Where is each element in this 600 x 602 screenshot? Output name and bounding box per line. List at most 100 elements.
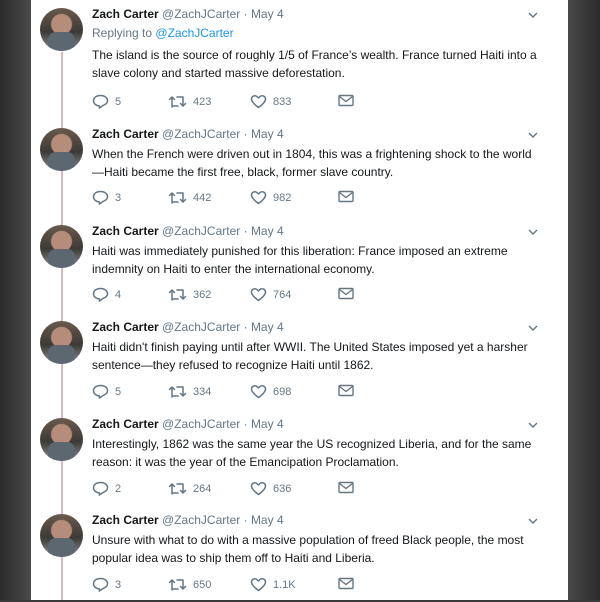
like-count: 1.1K [273,578,296,591]
direct-message-button[interactable] [338,384,354,397]
like-icon [250,482,267,496]
tweet-date[interactable]: May 4 [251,417,284,431]
avatar[interactable] [40,225,83,268]
separator-dot: · [243,7,248,21]
display-name[interactable]: Zach Carter [92,513,159,527]
tweet[interactable]: Zach Carter @ZachJCarter · May 4 Interes… [31,410,568,506]
like-button[interactable]: 833 [250,94,291,109]
tweet-text: Haiti didn't finish paying until after W… [92,340,528,372]
tweet[interactable]: Zach Carter @ZachJCarter · May 4 Replyin… [31,0,568,109]
avatar[interactable] [40,8,83,51]
reply-icon [92,287,109,302]
reply-button[interactable]: 3 [92,190,121,205]
chevron-down-icon[interactable] [527,419,539,431]
reply-button[interactable]: 3 [92,577,121,592]
tweet[interactable]: Zach Carter @ZachJCarter · May 4 When th… [31,120,568,216]
direct-message-button[interactable] [338,481,354,494]
tweet-text: Interestingly, 1862 was the same year th… [92,437,532,469]
direct-message-icon [338,577,354,590]
separator-dot: · [243,320,248,334]
reply-button[interactable]: 5 [92,94,121,109]
retweet-icon [168,386,187,398]
retweet-count: 442 [193,191,212,204]
retweet-count: 264 [193,482,212,495]
tweet[interactable]: Zach Carter @ZachJCarter · May 4 Unsure … [31,506,568,602]
reply-mention-link[interactable]: @ZachJCarter [155,26,233,40]
user-handle[interactable]: @ZachJCarter [162,7,240,21]
retweet-icon [168,192,187,204]
like-button[interactable]: 982 [250,190,291,205]
user-handle[interactable]: @ZachJCarter [162,224,240,238]
user-handle[interactable]: @ZachJCarter [162,513,240,527]
chevron-down-icon[interactable] [527,129,539,141]
tweet-date[interactable]: May 4 [251,513,284,527]
retweet-button[interactable]: 442 [168,190,211,205]
user-handle[interactable]: @ZachJCarter [162,417,240,431]
reply-count: 5 [115,385,122,398]
retweet-button[interactable]: 423 [168,94,211,109]
direct-message-button[interactable] [338,190,354,203]
retweet-button[interactable]: 334 [168,384,211,399]
retweet-count: 423 [193,95,212,108]
separator-dot: · [243,127,248,141]
like-count: 698 [273,385,292,398]
retweet-button[interactable]: 650 [168,577,211,592]
reply-count: 2 [115,482,122,495]
reply-button[interactable]: 2 [92,481,121,496]
retweet-button[interactable]: 264 [168,481,211,496]
avatar[interactable] [40,514,83,557]
avatar[interactable] [40,128,83,171]
direct-message-button[interactable] [338,94,354,107]
user-handle[interactable]: @ZachJCarter [162,320,240,334]
tweet-date[interactable]: May 4 [251,320,284,334]
chevron-down-icon[interactable] [527,515,539,527]
right-shadow-border [568,0,600,600]
tweet-date[interactable]: May 4 [251,127,284,141]
tweet-text: Haiti was immediately punished for this … [92,244,508,276]
direct-message-button[interactable] [338,577,354,590]
chevron-down-icon[interactable] [527,322,539,334]
chevron-down-icon[interactable] [527,9,539,21]
like-count: 982 [273,191,292,204]
reply-button[interactable]: 5 [92,384,121,399]
retweet-icon [168,96,187,108]
like-button[interactable]: 636 [250,481,291,496]
tweet-date[interactable]: May 4 [251,7,284,21]
reply-count: 3 [115,578,122,591]
tweet-text: When the French were driven out in 1804,… [92,147,532,179]
direct-message-icon [338,384,354,397]
retweet-button[interactable]: 362 [168,287,211,302]
direct-message-button[interactable] [338,287,354,300]
display-name[interactable]: Zach Carter [92,417,159,431]
display-name[interactable]: Zach Carter [92,320,159,334]
like-button[interactable]: 698 [250,384,291,399]
tweet[interactable]: Zach Carter @ZachJCarter · May 4 Haiti w… [31,217,568,313]
display-name[interactable]: Zach Carter [92,7,159,21]
like-button[interactable]: 764 [250,287,291,302]
reply-button[interactable]: 4 [92,287,121,302]
like-count: 833 [273,95,292,108]
retweet-icon [168,289,187,301]
tweet[interactable]: Zach Carter @ZachJCarter · May 4 Haiti d… [31,313,568,409]
reply-icon [92,190,109,205]
retweet-count: 334 [193,385,212,398]
tweet-thread: Zach Carter @ZachJCarter · May 4 Replyin… [31,0,568,600]
avatar[interactable] [40,418,83,461]
avatar[interactable] [40,321,83,364]
retweet-count: 650 [193,578,212,591]
like-icon [250,578,267,592]
replying-to-label: Replying to [92,26,153,40]
reply-count: 5 [115,95,122,108]
reply-icon [92,481,109,496]
display-name[interactable]: Zach Carter [92,224,159,238]
tweet-date[interactable]: May 4 [251,224,284,238]
retweet-count: 362 [193,288,212,301]
user-handle[interactable]: @ZachJCarter [162,127,240,141]
display-name[interactable]: Zach Carter [92,127,159,141]
tweet-header: Zach Carter @ZachJCarter · May 4 [92,417,284,431]
tweet-header: Zach Carter @ZachJCarter · May 4 [92,320,284,334]
chevron-down-icon[interactable] [527,226,539,238]
like-icon [250,191,267,205]
direct-message-icon [338,287,354,300]
like-button[interactable]: 1.1K [250,577,296,592]
